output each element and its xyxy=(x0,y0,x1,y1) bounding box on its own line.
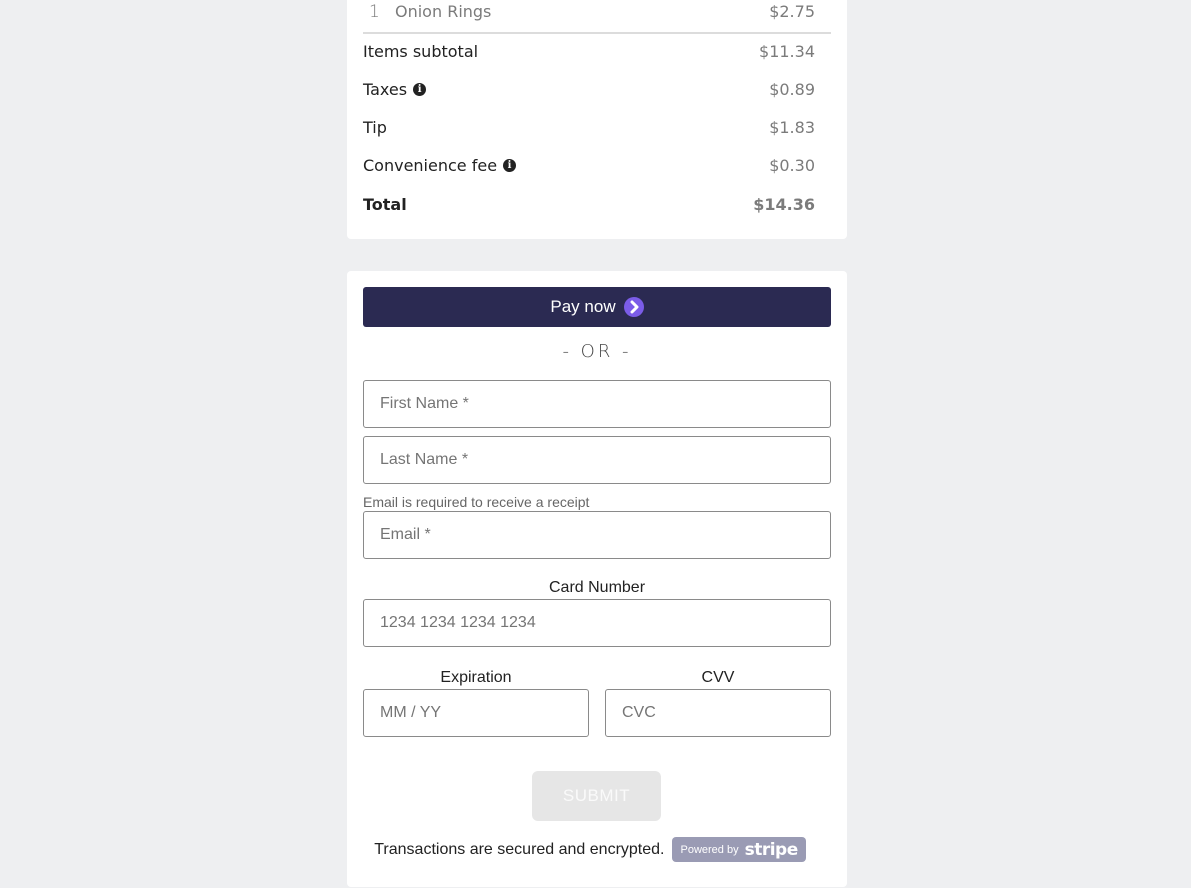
card-number-label: Card Number xyxy=(548,579,646,596)
convenience-fee-row: Convenience fee i $0.30 xyxy=(363,156,815,180)
stripe-logo: stripe xyxy=(744,839,799,860)
taxes-row: Taxes i $0.89 xyxy=(363,80,815,104)
cvv-label: CVV xyxy=(701,669,735,686)
info-icon[interactable]: i xyxy=(413,83,427,96)
expiration-input[interactable] xyxy=(363,689,589,737)
subtotal-row: Items subtotal $11.34 xyxy=(363,42,815,66)
last-name-input[interactable] xyxy=(363,436,831,484)
item-quantity: 1 xyxy=(369,2,380,22)
total-row: Total $14.36 xyxy=(363,195,815,219)
subtotal-value: $11.34 xyxy=(759,42,815,61)
expiration-label: Expiration xyxy=(440,669,512,686)
cvv-input[interactable] xyxy=(605,689,831,737)
tip-row: Tip $1.83 xyxy=(363,118,815,142)
tip-value: $1.83 xyxy=(769,118,815,137)
taxes-value: $0.89 xyxy=(769,80,815,99)
chevron-right-circle-icon xyxy=(623,297,644,317)
stripe-badge-prefix: Powered by xyxy=(680,843,739,856)
submit-button[interactable]: SUBMIT xyxy=(532,771,661,821)
convenience-fee-label: Convenience fee xyxy=(363,156,498,175)
convenience-fee-value: $0.30 xyxy=(769,156,815,175)
order-item-row: 1 Onion Rings $2.75 xyxy=(363,0,831,34)
security-footer: Transactions are secured and encrypted. … xyxy=(347,837,847,862)
subtotal-label: Items subtotal xyxy=(363,42,479,61)
payment-card: Pay now - OR - Email is required to rece… xyxy=(347,271,847,887)
total-value: $14.36 xyxy=(753,195,815,214)
email-helper-text: Email is required to receive a receipt xyxy=(363,494,590,510)
card-number-input[interactable] xyxy=(363,599,831,647)
secure-text: Transactions are secured and encrypted. xyxy=(374,840,665,858)
tip-label: Tip xyxy=(363,118,387,137)
pay-now-label: Pay now xyxy=(550,297,616,316)
or-divider: - OR - xyxy=(562,341,632,362)
total-label: Total xyxy=(363,195,407,214)
powered-by-stripe-badge[interactable]: Powered by stripe xyxy=(672,837,806,862)
item-name: Onion Rings xyxy=(395,2,492,21)
taxes-label: Taxes xyxy=(363,80,408,99)
info-icon[interactable]: i xyxy=(503,159,517,172)
pay-now-button[interactable]: Pay now xyxy=(363,287,831,327)
email-input[interactable] xyxy=(363,511,831,559)
item-price: $2.75 xyxy=(769,2,815,21)
order-summary-card: 1 Onion Rings $2.75 Items subtotal $11.3… xyxy=(347,0,847,239)
first-name-input[interactable] xyxy=(363,380,831,428)
